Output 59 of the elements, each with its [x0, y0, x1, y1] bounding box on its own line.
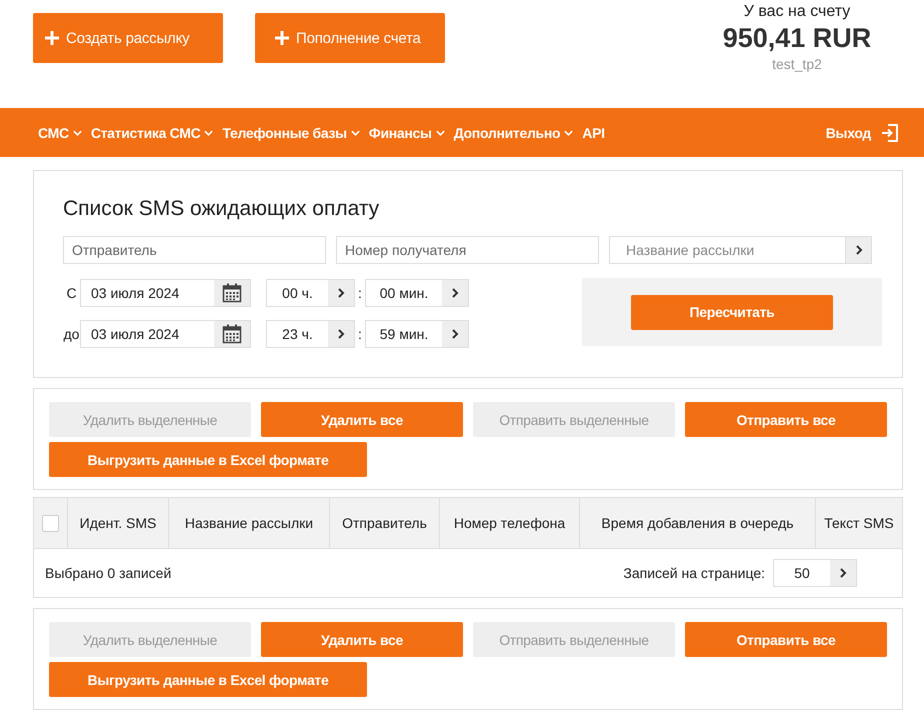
column-header[interactable]: Название рассылки	[168, 498, 329, 548]
chevron-down-icon	[436, 130, 445, 136]
recalculate-button[interactable]: Пересчитать	[631, 294, 833, 330]
primary-button[interactable]: Создать рассылку	[33, 13, 223, 63]
hour-selector[interactable]: 23 ч.	[266, 320, 355, 348]
date-field[interactable]: 03 июля 2024	[80, 279, 251, 307]
minute-selector[interactable]: 59 мин.	[365, 320, 469, 348]
input-field[interactable]: Отправитель	[63, 236, 326, 264]
balance-label: У вас на счету	[744, 3, 850, 21]
plus-icon	[275, 31, 289, 45]
nav-menu-item[interactable]: СМС	[38, 124, 82, 140]
action-button[interactable]: Выгрузить данные в Excel формате	[49, 662, 367, 697]
column-header[interactable]: Идент. SMS	[67, 498, 168, 548]
nav-menu-item[interactable]: Финансы	[368, 124, 445, 140]
column-header[interactable]: Текст SMS	[815, 498, 902, 548]
page-title: Список SMS ожидающих оплату	[63, 197, 380, 221]
column-header[interactable]: Время добавления в очередь	[579, 498, 815, 548]
username: test_tp2	[772, 56, 822, 72]
input-field[interactable]: Номер получателя	[336, 236, 599, 264]
range-label: до	[63, 326, 80, 342]
chevron-right-icon	[839, 568, 847, 578]
calendar-icon[interactable]	[222, 324, 242, 344]
chevron-down-icon	[204, 130, 214, 136]
select-all-checkbox[interactable]	[42, 514, 59, 532]
nav-menu-item[interactable]: Статистика СМС	[90, 124, 214, 140]
chevron-right-icon	[337, 288, 345, 298]
range-label: С	[65, 285, 78, 301]
chevron-down-icon	[72, 130, 82, 136]
nav-menu-item[interactable]: Дополнительно	[454, 124, 574, 140]
per-page-label: Записей на странице:	[623, 565, 765, 581]
calendar-icon[interactable]	[222, 283, 242, 303]
chevron-down-icon	[350, 130, 360, 136]
chevron-down-icon	[564, 130, 574, 136]
nav-menu-item[interactable]: Телефонные базы	[222, 124, 360, 140]
column-header[interactable]: Номер телефона	[439, 498, 579, 548]
primary-button[interactable]: Пополнение счета	[255, 13, 445, 63]
selected-count: Выбрано 0 записей	[45, 565, 172, 581]
chevron-right-icon	[337, 329, 345, 339]
nav-menu-item[interactable]: API	[582, 124, 605, 140]
action-button[interactable]: Удалить все	[261, 622, 463, 657]
chevron-right-icon	[451, 329, 459, 339]
action-button[interactable]: Выгрузить данные в Excel формате	[49, 442, 367, 477]
plus-icon	[45, 31, 59, 45]
time-separator: :	[357, 326, 363, 342]
time-separator: :	[357, 285, 363, 301]
input-field[interactable]: Название рассылки	[609, 236, 846, 264]
action-button[interactable]: Отправить все	[685, 402, 887, 437]
action-button[interactable]: Удалить все	[261, 402, 463, 437]
logout-link[interactable]: Выход	[826, 124, 899, 142]
column-header[interactable]: Отправитель	[329, 498, 439, 548]
chevron-right-icon	[451, 288, 459, 298]
action-button[interactable]: Отправить все	[685, 622, 887, 657]
chevron-right-icon[interactable]	[846, 236, 872, 264]
balance-amount: 950,41 RUR	[722, 23, 872, 54]
hour-selector[interactable]: 00 ч.	[266, 279, 355, 307]
per-page-selector[interactable]: 50	[773, 559, 857, 587]
logout-icon	[881, 124, 899, 142]
date-field[interactable]: 03 июля 2024	[80, 320, 251, 348]
minute-selector[interactable]: 00 мин.	[365, 279, 469, 307]
